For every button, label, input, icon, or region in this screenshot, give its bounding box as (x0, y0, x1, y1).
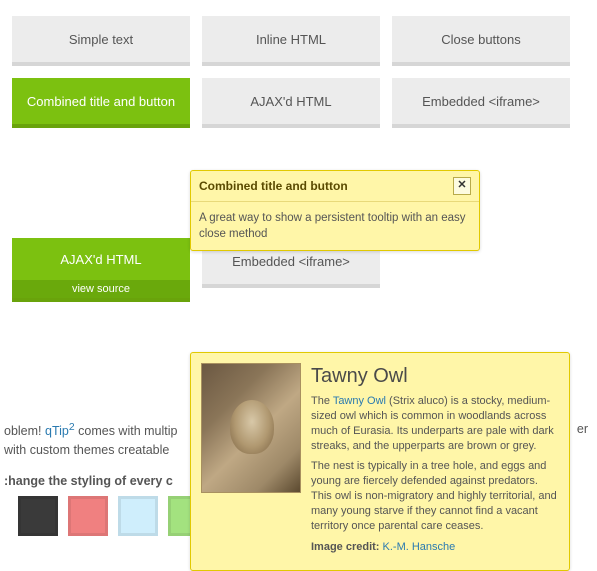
demo-card[interactable]: AJAX'd HTML (202, 78, 380, 128)
demo-card[interactable]: Combined title and button (12, 78, 190, 128)
close-icon[interactable]: ✕ (453, 177, 471, 195)
tooltip-combined: Combined title and button ✕ A great way … (190, 170, 480, 251)
demo-card[interactable]: AJAX'd HTMLview source (12, 238, 190, 302)
tooltip-body: A great way to show a persistent tooltip… (191, 202, 479, 250)
qtip-link[interactable]: qTip2 (45, 424, 75, 438)
demo-card[interactable]: Inline HTML (202, 16, 380, 66)
swatch-blue[interactable] (118, 496, 158, 536)
owl-heading: Tawny Owl (311, 363, 559, 390)
swatch-dark[interactable] (18, 496, 58, 536)
card-label: AJAX'd HTML (60, 238, 141, 280)
tooltip-title: Combined title and button (199, 179, 348, 193)
view-source-link[interactable]: view source (12, 280, 190, 298)
owl-image (201, 363, 301, 493)
credit-link[interactable]: K.-M. Hansche (383, 541, 456, 553)
demo-card[interactable]: Embedded <iframe> (392, 78, 570, 128)
demo-card[interactable]: Close buttons (392, 16, 570, 66)
demo-card[interactable]: Simple text (12, 16, 190, 66)
swatch-red[interactable] (68, 496, 108, 536)
owl-credit: Image credit: K.-M. Hansche (311, 540, 559, 555)
owl-para-1: The Tawny Owl (Strix aluco) is a stocky,… (311, 394, 559, 453)
tawny-owl-link[interactable]: Tawny Owl (333, 395, 386, 407)
owl-para-2: The nest is typically in a tree hole, an… (311, 459, 559, 533)
tooltip-owl: Tawny Owl The Tawny Owl (Strix aluco) is… (190, 352, 570, 571)
